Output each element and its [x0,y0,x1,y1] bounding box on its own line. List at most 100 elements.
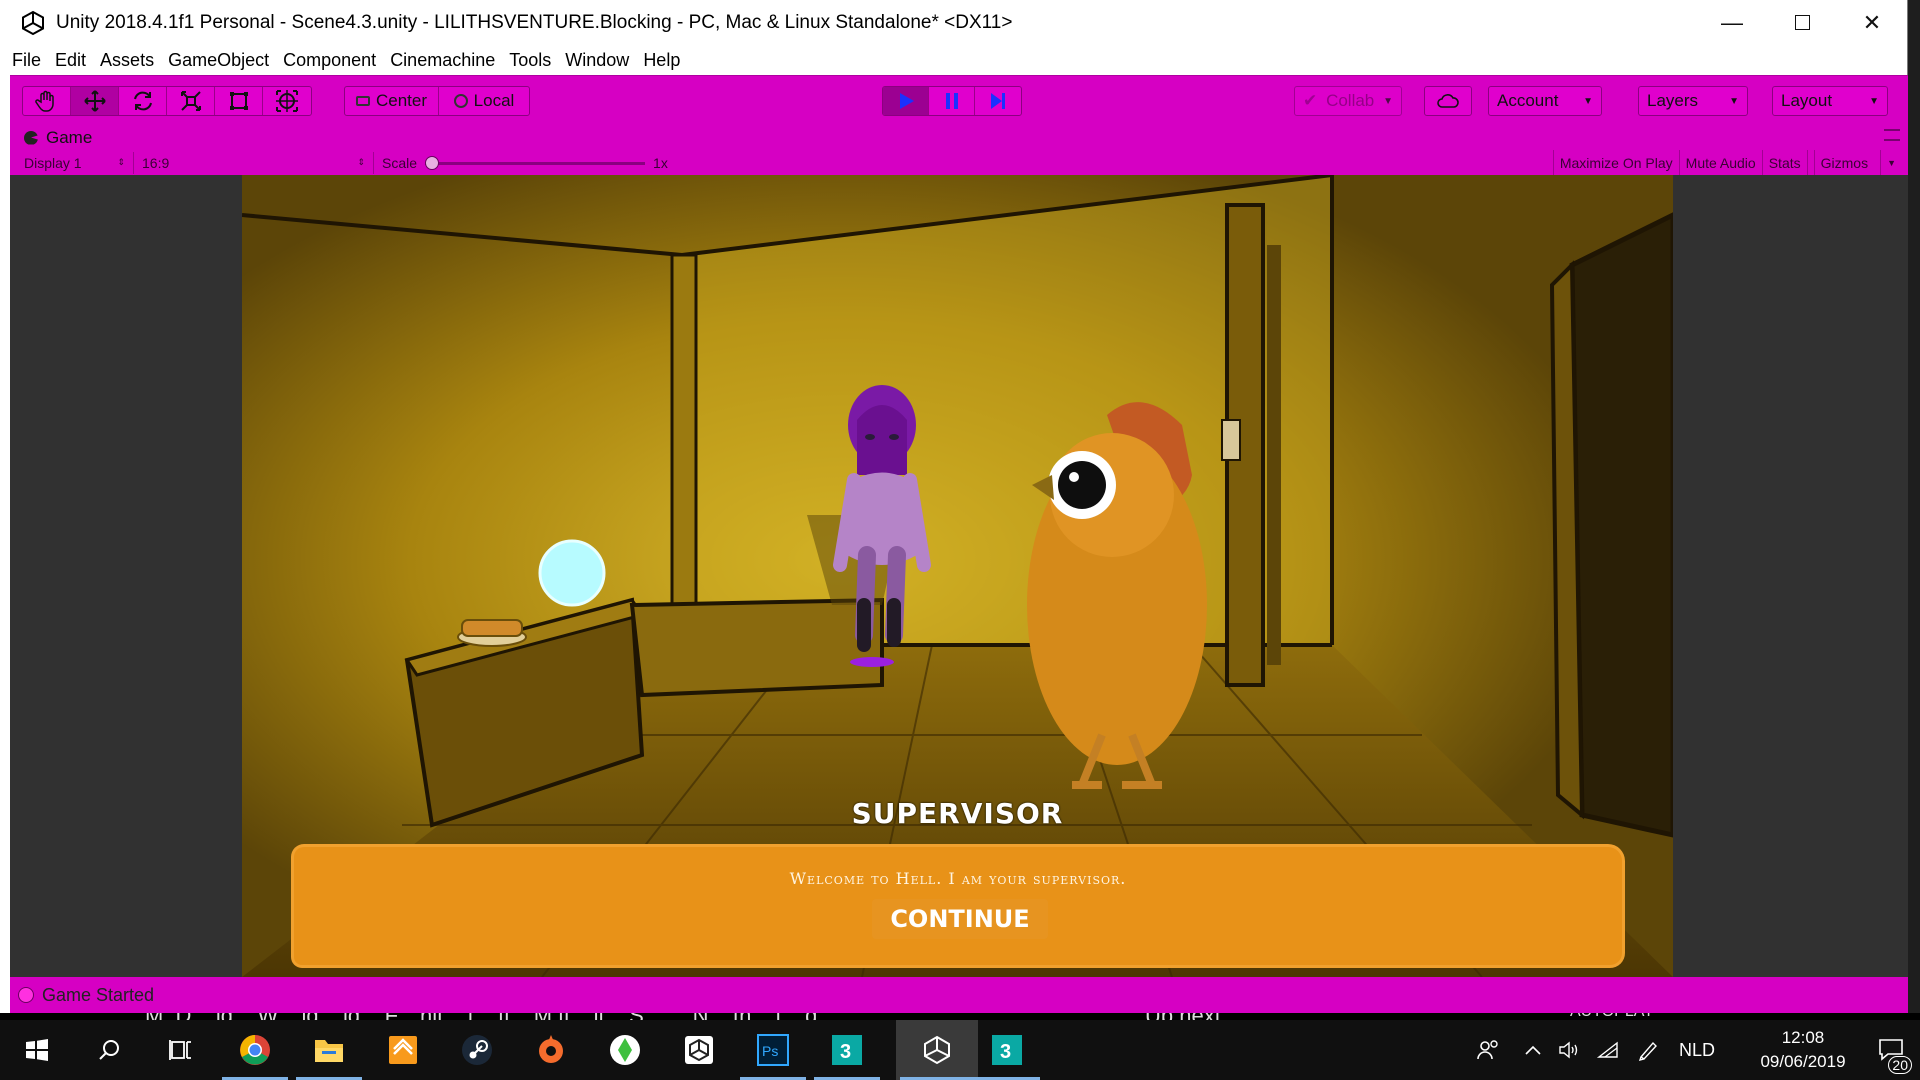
taskbar-3dsmax[interactable]: 3 [810,1020,884,1080]
layers-dropdown[interactable]: Layers ▼ [1638,86,1748,116]
game-view-options: Maximize On Play Mute Audio Stats Gizmos… [1552,150,1908,175]
gizmos-dropdown[interactable]: Gizmos ▼ [1806,150,1908,175]
menu-assets[interactable]: Assets [100,50,154,71]
taskbar-unity[interactable] [896,1020,978,1080]
people-button[interactable] [1466,1020,1510,1080]
cloud-button[interactable] [1424,86,1472,116]
panel-menu-icon[interactable] [1884,129,1900,141]
game-view-toolbar: Display 1 ⇕ 16:9 ⇕ Scale 1x Maximize On … [10,150,1908,175]
menu-help[interactable]: Help [643,50,680,71]
scale-slider-thumb[interactable] [425,155,440,170]
show-hidden-icons-button[interactable] [1516,1020,1550,1080]
game-pacman-icon [24,130,38,145]
task-view-icon [169,1040,191,1060]
stats-toggle[interactable]: Stats [1761,150,1807,175]
taskbar-steam[interactable] [440,1020,514,1080]
chevron-down-icon: ▼ [1869,95,1879,107]
action-center-button[interactable]: 20 [1862,1020,1920,1080]
chevron-down-icon: ▼ [1383,95,1393,107]
pivot-mode-label: Center [375,91,428,110]
maximize-on-play-toggle[interactable]: Maximize On Play [1552,150,1679,175]
continue-button[interactable]: CONTINUE [872,899,1048,939]
taskbar-sims[interactable] [588,1020,662,1080]
volume-button[interactable] [1552,1020,1586,1080]
console-status-bar[interactable]: Game Started [10,977,1908,1013]
scale-tool-button[interactable] [167,87,215,115]
rect-tool-button[interactable] [215,87,263,115]
search-button[interactable] [72,1020,146,1080]
taskbar-app[interactable] [366,1020,440,1080]
step-icon [991,93,1005,109]
start-button[interactable] [0,1020,74,1080]
aspect-select[interactable]: 16:9 ⇕ [134,151,374,174]
task-view-button[interactable] [144,1020,218,1080]
menu-component[interactable]: Component [283,50,376,71]
collab-label: Collab [1326,91,1375,110]
clock-time: 12:08 [1781,1028,1825,1047]
move-tool-button[interactable] [71,87,119,115]
gizmos-label: Gizmos [1813,150,1874,175]
dialogue-message: Welcome to Hell. I am your supervisor. [789,869,1127,888]
move-tool-icon [83,90,106,112]
transform-tools [22,86,312,116]
scale-value: 1x [653,154,668,171]
menu-tools[interactable]: Tools [509,50,551,71]
network-button[interactable] [1590,1020,1626,1080]
unity-hub-icon [685,1036,713,1064]
game-scene[interactable]: SUPERVISOR Welcome to Hell. I am your su… [242,175,1673,977]
system-clock[interactable]: 12:08 09/06/2019 [1748,1026,1858,1074]
taskbar-explorer[interactable] [292,1020,366,1080]
windows-taskbar: Ps 3 3 NLD 12:08 09/06/2019 20 [0,1020,1920,1080]
taskbar-3dsmax-2[interactable]: 3 [970,1020,1044,1080]
game-viewport[interactable]: SUPERVISOR Welcome to Hell. I am your su… [10,175,1908,977]
game-view-header: Game Display 1 ⇕ 16:9 ⇕ Scale 1x Maximiz [10,125,1908,175]
taskbar-origin[interactable] [514,1020,588,1080]
rect-tool-icon [229,92,248,110]
pivot-mode-button[interactable]: Center [345,87,439,115]
windows-start-icon [26,1039,48,1061]
transform-tool-icon [276,90,298,112]
menu-edit[interactable]: Edit [55,50,86,71]
maximize-icon[interactable] [1767,0,1837,45]
pause-button[interactable] [929,87,975,115]
local-globe-icon [453,94,468,108]
taskbar-unity-hub[interactable] [662,1020,736,1080]
menu-cinemachine[interactable]: Cinemachine [390,50,495,71]
3dsmax-icon: 3 [832,1035,862,1065]
display-select[interactable]: Display 1 ⇕ [10,151,134,174]
tab-game[interactable]: Game [10,125,92,150]
step-button[interactable] [975,87,1021,115]
menu-file[interactable]: File [12,50,41,71]
menu-gameobject[interactable]: GameObject [168,50,269,71]
chevron-down-icon: ▼ [1583,95,1593,107]
transform-tool-button[interactable] [263,87,311,115]
scale-tool-icon [180,91,201,111]
play-button[interactable] [883,87,929,115]
info-icon [18,987,34,1003]
layout-label: Layout [1781,91,1833,110]
rotate-tool-button[interactable] [119,87,167,115]
close-icon[interactable]: ✕ [1837,0,1907,45]
hand-tool-button[interactable] [23,87,71,115]
account-dropdown[interactable]: Account ▼ [1488,86,1602,116]
scale-slider[interactable] [425,155,646,170]
aspect-label: 16:9 [142,154,170,171]
taskbar-photoshop[interactable]: Ps [736,1020,810,1080]
file-explorer-icon [315,1040,343,1062]
pen-button[interactable] [1630,1020,1666,1080]
collab-dropdown[interactable]: ✔ Collab ▼ [1294,86,1402,116]
mute-audio-toggle[interactable]: Mute Audio [1678,150,1762,175]
chrome-icon [240,1035,270,1065]
chevron-up-icon [1525,1045,1541,1055]
taskbar-chrome[interactable] [218,1020,292,1080]
menu-window[interactable]: Window [565,50,629,71]
steam-icon [462,1035,492,1065]
wifi-icon [1597,1041,1618,1058]
unity-logo-icon [22,10,44,35]
minimize-icon[interactable]: — [1697,0,1767,45]
language-indicator[interactable]: NLD [1672,1020,1722,1080]
pivot-rotation-button[interactable]: Local [439,87,529,115]
3dsmax-icon-2: 3 [992,1035,1022,1065]
pen-icon [1638,1041,1657,1061]
layout-dropdown[interactable]: Layout ▼ [1772,86,1888,116]
